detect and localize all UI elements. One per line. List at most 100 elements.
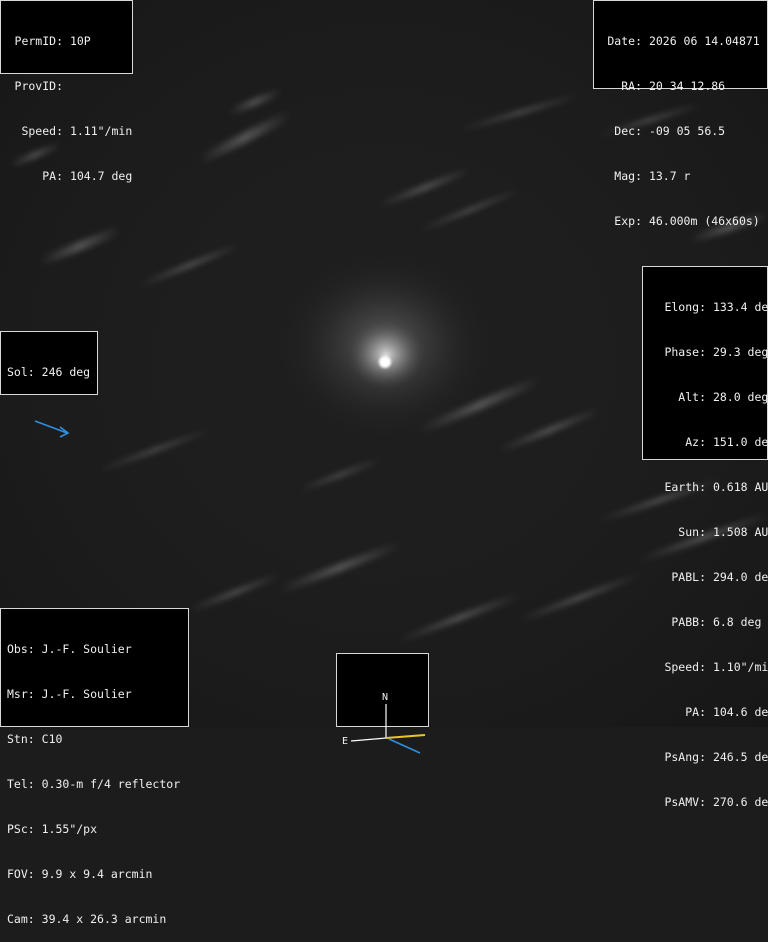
- row-value: 2026 06 14.04871: [648, 34, 760, 48]
- comet-inner-coma: [348, 321, 424, 389]
- geometry-row: PsAng: 246.5 deg: [649, 750, 768, 765]
- row-value: 28.0 deg: [712, 390, 768, 404]
- row-value: C10: [41, 732, 63, 746]
- row-value: 29.3 deg: [712, 345, 768, 359]
- row-label: Speed:: [664, 660, 706, 674]
- row-value: 20 34 12.86: [648, 79, 726, 93]
- ephemeris-row: Date: 2026 06 14.04871: [600, 34, 761, 49]
- row-value: 1.55"/px: [41, 822, 98, 836]
- row-label: Speed:: [21, 124, 63, 138]
- geometry-row: Az: 151.0 deg: [649, 435, 768, 450]
- compass-panel: N E: [336, 653, 429, 754]
- geometry-row: Alt: 28.0 deg: [649, 390, 768, 405]
- sun-direction-panel: Sol: 246 deg: [0, 331, 98, 438]
- row-value: 0.30-m f/4 reflector: [41, 777, 181, 791]
- ephemeris-panel: Date: 2026 06 14.04871 RA: 20 34 12.86 D…: [593, 0, 768, 228]
- row-label: PA:: [685, 705, 706, 719]
- sun-direction-arrow-icon: [34, 420, 70, 438]
- row-value: 1.508 AU: [712, 525, 768, 539]
- geometry-row: PsAMV: 270.6 deg: [649, 795, 768, 810]
- row-label: Elong:: [664, 300, 706, 314]
- geometry-row: Sun: 1.508 AU: [649, 525, 768, 540]
- row-value: 13.7 r: [648, 169, 691, 183]
- object-info-row: PermID: 10P: [7, 34, 126, 49]
- row-label: Sun:: [678, 525, 706, 539]
- geometry-row: Speed: 1.10"/min: [649, 660, 768, 675]
- row-label: PsAMV:: [664, 795, 706, 809]
- row-value: 294.0 deg: [712, 570, 768, 584]
- geometry-row: PA: 104.6 deg: [649, 705, 768, 720]
- observer-row: Cam: 39.4 x 26.3 arcmin: [7, 912, 182, 927]
- row-value: 6.8 deg: [712, 615, 762, 629]
- object-info-row: PA: 104.7 deg: [7, 169, 132, 184]
- ephemeris-row: Dec: -09 05 56.5: [600, 124, 761, 139]
- row-label: PA:: [42, 169, 63, 183]
- row-value: -09 05 56.5: [648, 124, 726, 138]
- row-value: 104.7 deg: [69, 169, 133, 183]
- row-label: RA:: [621, 79, 642, 93]
- row-label: ProvID:: [14, 79, 63, 93]
- geometry-row: Phase: 29.3 deg: [649, 345, 768, 360]
- observer-row: Stn: C10: [7, 732, 182, 747]
- row-label: Mag:: [614, 169, 642, 183]
- row-value: 9.9 x 9.4 arcmin: [41, 867, 153, 881]
- object-info-panel: PermID: 10P ProvID: Speed: 1.11"/min PA:…: [0, 0, 133, 183]
- observer-row: Obs: J.-F. Soulier: [7, 642, 182, 657]
- row-label: Phase:: [664, 345, 706, 359]
- sun-direction-label: Sol:: [7, 365, 35, 379]
- row-label: Stn:: [7, 732, 35, 746]
- east-axis: [350, 737, 387, 742]
- compass-icon: N E: [342, 692, 426, 754]
- comet-nucleus-core: [382, 359, 388, 365]
- row-label: PABB:: [671, 615, 706, 629]
- row-value: 151.0 deg: [712, 435, 768, 449]
- ephemeris-row: RA: 20 34 12.86: [600, 79, 761, 94]
- row-label: Earth:: [664, 480, 706, 494]
- observer-row: PSc: 1.55"/px: [7, 822, 182, 837]
- row-value: 104.6 deg: [712, 705, 768, 719]
- row-label: PABL:: [671, 570, 706, 584]
- sun-vector-line: [388, 738, 421, 754]
- motion-vector-line: [385, 734, 426, 739]
- geometry-row: PABB: 6.8 deg: [649, 615, 761, 630]
- ephemeris-row: Exp: 46.000m (46x60s): [600, 214, 761, 229]
- row-value: 10P: [69, 34, 91, 48]
- east-label: E: [342, 736, 348, 747]
- sun-direction-row: Sol: 246 deg: [7, 365, 91, 380]
- row-value: 1.10"/min: [712, 660, 768, 674]
- row-label: Alt:: [678, 390, 706, 404]
- observer-row: FOV: 9.9 x 9.4 arcmin: [7, 867, 182, 882]
- geometry-row: Elong: 133.4 deg: [649, 300, 768, 315]
- row-label: Cam:: [7, 912, 35, 926]
- row-label: FOV:: [7, 867, 35, 881]
- row-label: Obs:: [7, 642, 35, 656]
- row-label: PermID:: [14, 34, 63, 48]
- row-value: J.-F. Soulier: [41, 687, 132, 701]
- geometry-row: PABL: 294.0 deg: [649, 570, 768, 585]
- geometry-panel: Elong: 133.4 deg Phase: 29.3 deg Alt: 28…: [642, 266, 768, 809]
- ephemeris-row: Mag: 13.7 r: [600, 169, 761, 184]
- geometry-row: Earth: 0.618 AU: [649, 480, 768, 495]
- comet: [270, 245, 500, 445]
- row-label: PsAng:: [664, 750, 706, 764]
- row-value: 0.618 AU: [712, 480, 768, 494]
- north-label: N: [382, 692, 388, 703]
- row-label: Dec:: [614, 124, 642, 138]
- observer-row: Msr: J.-F. Soulier: [7, 687, 182, 702]
- row-label: Az:: [685, 435, 706, 449]
- row-label: Exp:: [614, 214, 642, 228]
- object-info-row: ProvID:: [7, 79, 126, 94]
- row-value: 46.000m (46x60s): [648, 214, 760, 228]
- row-label: Tel:: [7, 777, 35, 791]
- row-label: PSc:: [7, 822, 35, 836]
- row-value: 246.5 deg: [712, 750, 768, 764]
- row-label: Date:: [607, 34, 642, 48]
- object-info-row: Speed: 1.11"/min: [7, 124, 132, 139]
- row-value: 133.4 deg: [712, 300, 768, 314]
- observer-row: Tel: 0.30-m f/4 reflector: [7, 777, 182, 792]
- row-value: 1.11"/min: [69, 124, 133, 138]
- sun-direction-value: 246 deg: [41, 365, 91, 379]
- row-value: 270.6 deg: [712, 795, 768, 809]
- row-value: J.-F. Soulier: [41, 642, 132, 656]
- row-value: 39.4 x 26.3 arcmin: [41, 912, 167, 926]
